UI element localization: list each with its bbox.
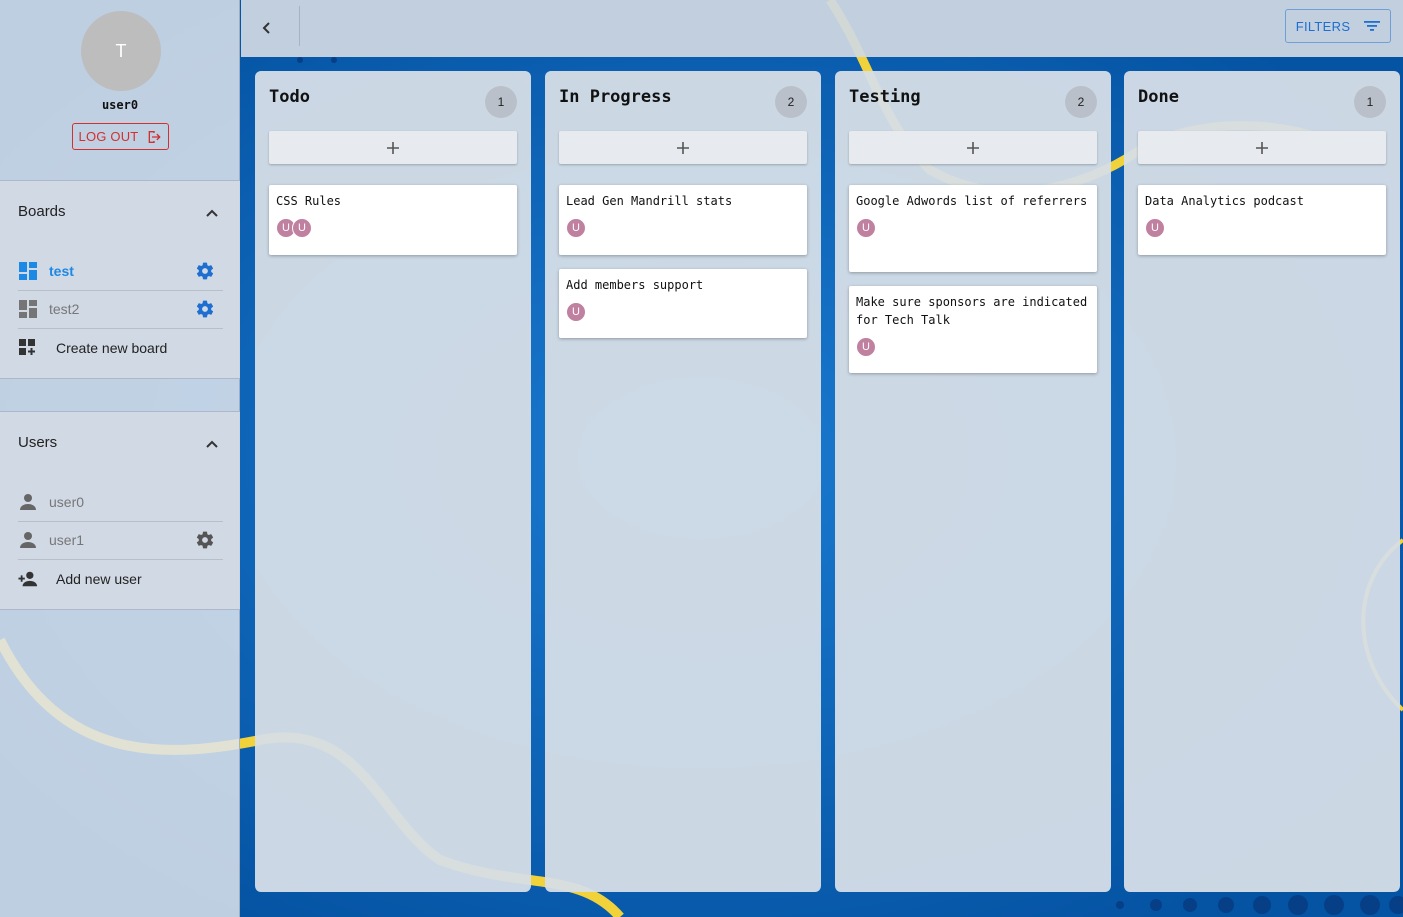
- profile-section: T user0 LOG OUT: [0, 0, 240, 180]
- card-assignees: U: [566, 218, 800, 240]
- assignee-avatar[interactable]: U: [856, 337, 876, 357]
- person-icon: [18, 530, 38, 550]
- gear-icon: [196, 300, 214, 318]
- collapse-sidebar-button[interactable]: [255, 16, 279, 40]
- board-item-label: test2: [49, 301, 80, 317]
- plus-icon: [677, 141, 689, 154]
- add-card-button[interactable]: [559, 131, 807, 164]
- task-card-title: Lead Gen Mandrill stats: [566, 194, 733, 208]
- assignee-avatar[interactable]: U: [566, 218, 586, 238]
- board-settings-button[interactable]: [194, 298, 216, 320]
- toolbar-divider: [299, 6, 300, 46]
- assignee-avatar[interactable]: U: [1145, 218, 1165, 238]
- user-avatar: T: [81, 11, 161, 91]
- top-toolbar: FILTERS: [241, 0, 1403, 57]
- column-count-badge: 1: [1354, 86, 1386, 118]
- task-card[interactable]: Lead Gen Mandrill stats U: [559, 185, 807, 255]
- logout-icon: [149, 130, 162, 143]
- chevron-left-icon: [262, 22, 270, 34]
- board-item-test[interactable]: test: [18, 252, 223, 291]
- column-testing: Testing 2 Google Adwords list of referre…: [835, 71, 1111, 892]
- assignee-avatar[interactable]: U: [566, 302, 586, 322]
- column-count-badge: 2: [775, 86, 807, 118]
- add-card-button[interactable]: [269, 131, 517, 164]
- chevron-up-icon: [206, 440, 218, 448]
- create-board-button[interactable]: Create new board: [18, 329, 223, 367]
- users-panel-title: Users: [18, 434, 58, 451]
- board-item-test2[interactable]: test2: [18, 290, 223, 329]
- card-assignees: U: [566, 302, 800, 324]
- board-item-label: test: [49, 263, 74, 279]
- gear-icon: [196, 531, 214, 549]
- column-done: Done 1 Data Analytics podcast U: [1124, 71, 1400, 892]
- user-item-label: user0: [49, 494, 85, 510]
- create-board-label: Create new board: [56, 340, 168, 356]
- card-assignees: U: [1145, 218, 1379, 240]
- add-card-button[interactable]: [849, 131, 1097, 164]
- column-count-badge: 2: [1065, 86, 1097, 118]
- boards-collapse-toggle[interactable]: [202, 205, 222, 221]
- plus-icon: [1256, 141, 1268, 154]
- column-in-progress: In Progress 2 Lead Gen Mandrill stats U …: [545, 71, 821, 892]
- filter-icon: [1364, 21, 1381, 31]
- logout-button[interactable]: LOG OUT: [72, 123, 169, 150]
- task-card-title: Add members support: [566, 278, 704, 292]
- add-user-label: Add new user: [56, 571, 142, 587]
- add-person-icon: [18, 569, 38, 589]
- users-collapse-toggle[interactable]: [202, 436, 222, 452]
- user-item-user0[interactable]: user0: [18, 483, 223, 522]
- task-card[interactable]: Make sure sponsors are indicated for Tec…: [849, 286, 1097, 373]
- boards-panel-title: Boards: [18, 203, 66, 220]
- column-count-badge: 1: [485, 86, 517, 118]
- column-title: Done: [1138, 87, 1179, 107]
- task-card-title: Make sure sponsors are indicated for Tec…: [856, 295, 1088, 327]
- task-card[interactable]: Add members support U: [559, 269, 807, 338]
- task-card-title: Google Adwords list of referrers: [856, 194, 1088, 208]
- filters-button[interactable]: FILTERS: [1285, 9, 1391, 43]
- add-user-button[interactable]: Add new user: [18, 560, 223, 598]
- column-title: In Progress: [559, 87, 672, 107]
- user-item-label: user1: [49, 532, 85, 548]
- task-card[interactable]: Google Adwords list of referrers U: [849, 185, 1097, 272]
- chevron-up-icon: [206, 209, 218, 217]
- dashboard-icon: [18, 261, 38, 281]
- add-board-icon: [18, 338, 38, 358]
- assignee-avatar[interactable]: U: [856, 218, 876, 238]
- card-assignees: U U: [276, 218, 510, 240]
- assignee-avatar[interactable]: U: [292, 218, 312, 238]
- task-card-title: CSS Rules: [276, 194, 342, 208]
- boards-panel: Boards test test2 Create new board: [0, 180, 240, 379]
- sidebar: T user0 LOG OUT Boards test test2 Create…: [0, 0, 240, 917]
- plus-icon: [967, 141, 979, 154]
- user-item-user1[interactable]: user1: [18, 521, 223, 560]
- board-settings-button[interactable]: [194, 260, 216, 282]
- profile-username: user0: [101, 98, 139, 112]
- task-card-title: Data Analytics podcast: [1145, 194, 1304, 208]
- task-card[interactable]: CSS Rules U U: [269, 185, 517, 255]
- user-settings-button[interactable]: [194, 529, 216, 551]
- column-todo: Todo 1 CSS Rules U U: [255, 71, 531, 892]
- users-panel: Users user0 user1 Add new user: [0, 411, 240, 610]
- column-title: Todo: [269, 87, 310, 107]
- card-assignees: U: [856, 218, 1090, 240]
- task-card[interactable]: Data Analytics podcast U: [1138, 185, 1386, 255]
- card-assignees: U: [856, 337, 1090, 359]
- person-icon: [18, 492, 38, 512]
- column-title: Testing: [849, 87, 921, 107]
- dashboard-icon: [18, 299, 38, 319]
- filters-label: FILTERS: [1295, 18, 1351, 34]
- add-card-button[interactable]: [1138, 131, 1386, 164]
- gear-icon: [196, 262, 214, 280]
- plus-icon: [387, 141, 399, 154]
- logout-label: LOG OUT: [78, 129, 139, 144]
